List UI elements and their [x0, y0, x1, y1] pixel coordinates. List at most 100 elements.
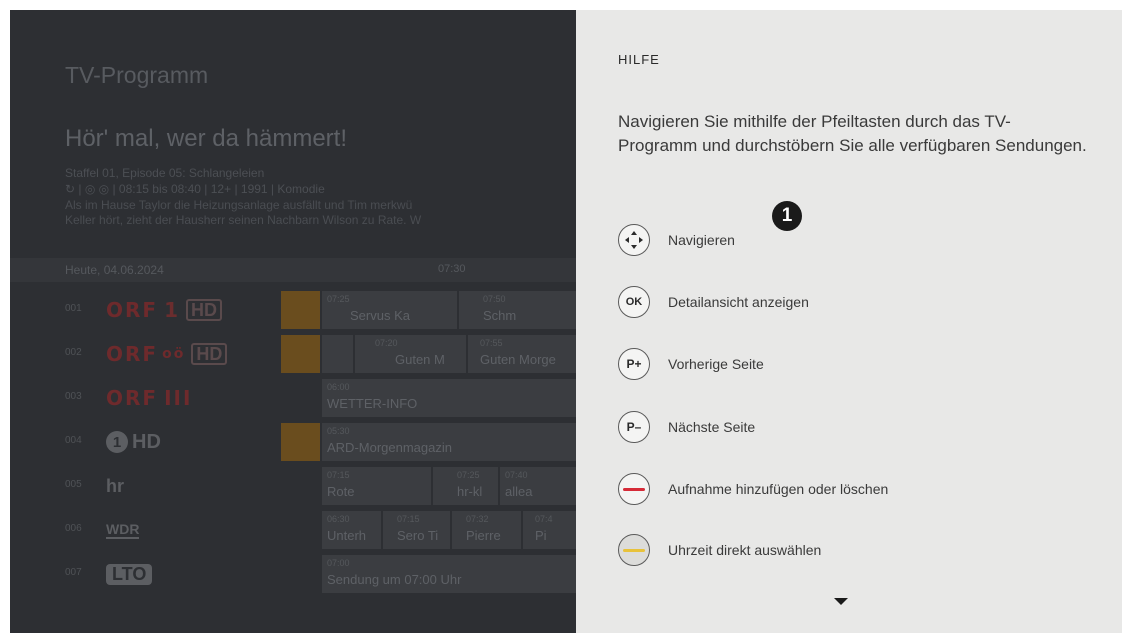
tv-screen: TV-Programm Hör' mal, wer da hämmert! St…: [10, 10, 1122, 633]
program-cell[interactable]: 07:25 Servus Ka: [321, 291, 457, 329]
channel-number: 006: [65, 523, 82, 534]
hd-badge: HD: [132, 430, 161, 453]
program-cell[interactable]: [280, 335, 320, 373]
program-cell[interactable]: [280, 291, 320, 329]
yellow-bar-icon: [623, 548, 645, 552]
show-episode: Staffel 01, Episode 05: Schlangeleien: [65, 166, 265, 180]
program-cell[interactable]: 07:4 Pi: [522, 511, 576, 549]
logo-text: III: [164, 386, 193, 410]
channel-row[interactable]: 002 ORF oö HD 07:20 Guten M 07:55 Guten …: [10, 332, 576, 376]
program-name: Rote: [327, 484, 355, 499]
channel-row[interactable]: 001 ORF 1 HD 07:25 Servus Ka 07:50 Schm: [10, 288, 576, 332]
hd-badge: HD: [191, 343, 228, 365]
replay-icon: ↻ | ◎ ◎ |: [65, 182, 119, 196]
program-cell[interactable]: 06:30 Unterh: [321, 511, 381, 549]
epg-background: TV-Programm Hör' mal, wer da hämmert! St…: [10, 10, 576, 633]
help-label: Navigieren: [668, 232, 735, 248]
logo-text: WDR: [106, 521, 140, 539]
show-meta-text: 08:15 bis 08:40 | 12+ | 1991 | Komodie: [118, 182, 325, 196]
logo-text: 1: [106, 431, 128, 453]
help-item-recording: Aufnahme hinzufügen oder löschen: [618, 471, 1078, 507]
program-time: 07:25: [457, 470, 480, 480]
program-time: 07:25: [327, 294, 350, 304]
hr-logo: hr: [106, 473, 124, 499]
show-title: Hör' mal, wer da hämmert!: [65, 125, 347, 152]
p-plus-key-icon: P+: [618, 348, 650, 380]
program-time: 07:15: [397, 514, 420, 524]
program-cell[interactable]: [321, 335, 353, 373]
red-bar-icon: [623, 487, 645, 491]
program-cell[interactable]: 07:20 Guten M: [354, 335, 466, 373]
channel-row[interactable]: 003 ORF III 06:00 WETTER-INFO: [10, 376, 576, 420]
help-item-next-page: P– Nächste Seite: [618, 409, 1078, 445]
orf3-logo: ORF III: [106, 385, 192, 411]
program-name: Servus Ka: [350, 308, 410, 323]
dpad-icon: [618, 224, 650, 256]
program-cell[interactable]: 07:40 allea: [499, 467, 576, 505]
show-description: Als im Hause Taylor die Heizungsanlage a…: [65, 198, 570, 228]
program-cell[interactable]: 07:32 Pierre: [451, 511, 521, 549]
program-time: 07:20: [375, 338, 398, 348]
program-name: Pierre: [466, 528, 501, 543]
das-erste-hd-logo: 1 HD: [106, 429, 161, 455]
program-time: 06:00: [327, 382, 350, 392]
program-name: Guten M: [395, 352, 445, 367]
program-name: Sendung um 07:00 Uhr: [327, 572, 462, 587]
program-cell[interactable]: 07:15 Sero Ti: [382, 511, 450, 549]
yellow-key-icon: [618, 534, 650, 566]
help-item-details: OK Detailansicht anzeigen: [618, 284, 1078, 320]
channel-row[interactable]: 004 1 HD 05:30 ARD-Morgenmagazin: [10, 420, 576, 464]
show-meta: ↻ | ◎ ◎ | 08:15 bis 08:40 | 12+ | 1991 |…: [65, 182, 325, 196]
logo-text: ORF: [106, 298, 159, 322]
program-cell[interactable]: 07:00 Sendung um 07:00 Uhr: [321, 555, 576, 593]
help-intro: Navigieren Sie mithilfe der Pfeiltasten …: [618, 112, 1087, 155]
logo-text: ORF: [106, 386, 159, 410]
orf1-hd-logo: ORF 1 HD: [106, 297, 222, 323]
ok-key-icon: OK: [618, 286, 650, 318]
logo-text: ORF: [106, 342, 159, 366]
channel-number: 005: [65, 479, 82, 490]
channel-number: 001: [65, 303, 82, 314]
help-header: HILFE: [618, 52, 660, 67]
program-cell[interactable]: 07:50 Schm: [458, 291, 576, 329]
help-item-navigate: Navigieren: [618, 222, 1078, 258]
program-cell[interactable]: 06:00 WETTER-INFO: [321, 379, 576, 417]
help-label: Aufnahme hinzufügen oder löschen: [668, 481, 889, 497]
program-time: 07:40: [505, 470, 528, 480]
program-name: WETTER-INFO: [327, 396, 418, 411]
channel-number: 003: [65, 391, 82, 402]
program-cell[interactable]: 05:30 ARD-Morgenmagazin: [321, 423, 576, 461]
page-title: TV-Programm: [65, 62, 209, 88]
program-name: Sero Ti: [397, 528, 439, 543]
time-label: 07:30: [438, 263, 466, 275]
lto-logo: LTO: [106, 561, 153, 587]
program-time: 07:4: [535, 514, 553, 524]
program-name: Guten Morge: [480, 352, 556, 367]
program-time: 07:55: [480, 338, 503, 348]
show-description-line: Keller hört, zieht der Hausherr seinen N…: [65, 213, 422, 227]
show-description-line: Als im Hause Taylor die Heizungsanlage a…: [65, 198, 413, 212]
scroll-down-icon[interactable]: [834, 598, 848, 605]
program-time: 07:00: [327, 558, 350, 568]
program-name: hr-kl: [457, 484, 483, 499]
help-panel: HILFE Navigieren Sie mithilfe der Pfeilt…: [576, 10, 1122, 633]
logo-text: oö: [162, 346, 186, 362]
channel-row[interactable]: 005 hr 07:15 Rote 07:25 hr-kl 07:40 alle…: [10, 464, 576, 508]
program-cell[interactable]: 07:55 Guten Morge: [467, 335, 576, 373]
help-item-previous-page: P+ Vorherige Seite: [618, 346, 1078, 382]
program-name: Schm: [483, 308, 517, 323]
channel-number: 002: [65, 347, 82, 358]
help-label: Vorherige Seite: [668, 356, 764, 372]
program-cell[interactable]: 07:25 hr-kl: [432, 467, 498, 505]
program-time: 07:32: [466, 514, 489, 524]
channel-row[interactable]: 006 WDR 06:30 Unterh 07:15 Sero Ti 07:32…: [10, 508, 576, 552]
program-name: ARD-Morgenmagazin: [327, 440, 452, 455]
program-name: Unterh: [327, 528, 367, 543]
help-label: Detailansicht anzeigen: [668, 294, 809, 310]
program-time: 07:15: [327, 470, 350, 480]
program-time: 07:50: [483, 294, 506, 304]
channel-row[interactable]: 007 LTO 07:00 Sendung um 07:00 Uhr: [10, 552, 576, 596]
help-label: Nächste Seite: [668, 419, 756, 435]
program-cell[interactable]: [280, 423, 320, 461]
program-cell[interactable]: 07:15 Rote: [321, 467, 431, 505]
